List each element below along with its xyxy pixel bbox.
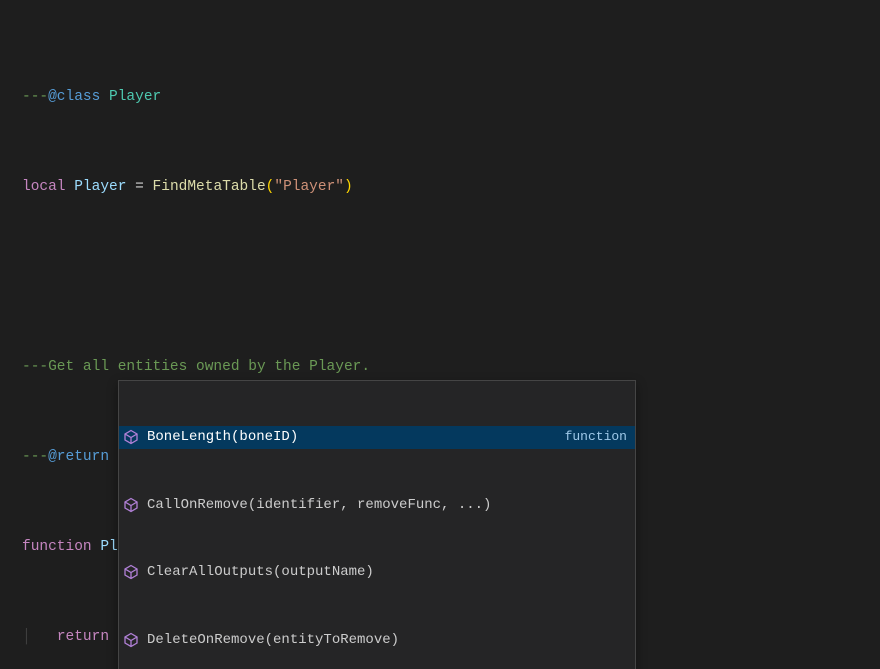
autocomplete-item[interactable]: BoneLength(boneID) function (119, 426, 635, 449)
method-icon (123, 564, 139, 580)
keyword: local (22, 179, 66, 195)
annotation: @class (48, 89, 100, 105)
keyword: function (22, 539, 92, 555)
code-line: local Player = FindMetaTable("Player") (22, 176, 880, 199)
paren: ) (344, 179, 353, 195)
string-literal: "Player" (274, 179, 344, 195)
annotation-type: Player (100, 89, 161, 105)
method-icon (123, 429, 139, 445)
annotation: @return (48, 449, 109, 465)
code-line (22, 266, 880, 289)
autocomplete-label: ClearAllOutputs(outputName) (147, 561, 627, 584)
autocomplete-hint: function (565, 426, 627, 449)
autocomplete-popup[interactable]: BoneLength(boneID) function CallOnRemove… (118, 380, 636, 669)
autocomplete-label: BoneLength(boneID) (147, 426, 557, 449)
code-line: ---Get all entities owned by the Player. (22, 356, 880, 379)
comment-text: ---Get all entities owned by the Player. (22, 359, 370, 375)
method-icon (123, 497, 139, 513)
comment-text: --- (22, 449, 48, 465)
autocomplete-label: DeleteOnRemove(entityToRemove) (147, 629, 627, 652)
autocomplete-item[interactable]: ClearAllOutputs(outputName) (119, 561, 635, 584)
keyword: return (57, 629, 109, 645)
autocomplete-label: CallOnRemove(identifier, removeFunc, ...… (147, 494, 627, 517)
function-call: FindMetaTable (153, 179, 266, 195)
autocomplete-item[interactable]: CallOnRemove(identifier, removeFunc, ...… (119, 494, 635, 517)
code-editor[interactable]: ---@class Player local Player = FindMeta… (0, 0, 880, 669)
autocomplete-item[interactable]: DeleteOnRemove(entityToRemove) (119, 629, 635, 652)
code-line: ---@class Player (22, 86, 880, 109)
indent-guide: │ (22, 629, 57, 645)
method-icon (123, 632, 139, 648)
variable: Player (66, 179, 136, 195)
operator: = (135, 179, 152, 195)
comment-text: --- (22, 89, 48, 105)
